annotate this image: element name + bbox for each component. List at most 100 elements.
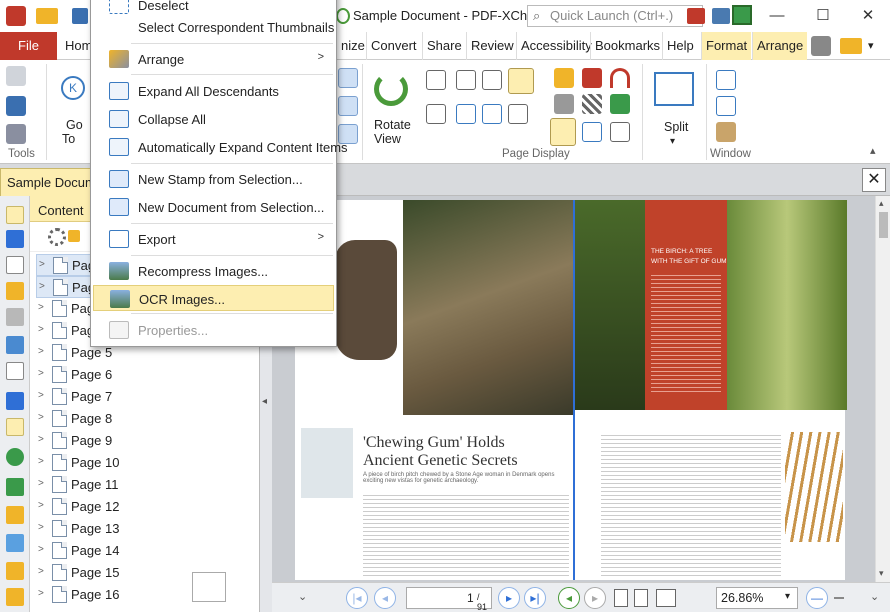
chevron-right-icon[interactable]: > [39,281,45,292]
destinations-icon[interactable] [6,362,24,380]
fields-icon[interactable] [6,588,24,606]
scroll-thumb[interactable] [879,212,888,238]
content-icon[interactable] [6,418,24,436]
chevron-right-icon[interactable]: > [38,566,44,577]
fit-width-icon[interactable] [508,104,528,124]
menu-item-expand-all-descendants[interactable]: Expand All Descendants [93,78,334,104]
order-icon[interactable] [6,562,24,580]
document-tab[interactable]: Sample Docume [0,168,92,196]
page-numbers-2-icon[interactable] [482,104,502,124]
app-icon[interactable] [6,6,26,26]
chevron-down-icon[interactable]: ▾ [868,39,874,52]
labels-icon[interactable] [6,534,24,552]
folder-icon[interactable] [36,8,58,24]
scroll-up-icon[interactable]: ▴ [879,198,884,209]
tree-item-page-14[interactable]: > Page 14 [36,540,256,562]
tab-accessibility[interactable]: Accessibility [516,32,596,60]
zoom-out-icon[interactable] [338,96,358,116]
new-window-icon[interactable] [716,70,736,90]
tree-item-page-8[interactable]: > Page 8 [36,408,256,430]
last-page-button[interactable]: ▸| [524,587,546,609]
chevron-right-icon[interactable]: > [38,324,44,335]
back-button[interactable]: ◂ [558,587,580,609]
continuous-view-icon[interactable] [634,589,648,607]
zoom-slider[interactable] [834,597,844,599]
links-icon[interactable] [6,506,24,524]
vertical-scrollbar[interactable]: ▴ ▾ [875,196,890,582]
transparency-grid-icon[interactable] [582,94,602,114]
tree-item-page-12[interactable]: > Page 12 [36,496,256,518]
first-page-button[interactable]: |◂ [346,587,368,609]
gift-icon[interactable] [687,8,705,24]
menu-item-recompress-images[interactable]: Recompress Images... [93,258,334,284]
single-page-icon[interactable] [426,70,446,90]
zoom-in-icon[interactable] [338,68,358,88]
select-text-icon[interactable] [6,96,26,116]
rotate-view-button[interactable]: Rotate View [366,64,418,150]
chevron-down-icon[interactable]: ▾ [785,591,790,602]
minimize-button[interactable]: — [762,4,792,28]
tab-arrange[interactable]: Arrange [752,32,808,60]
chevron-right-icon[interactable]: > [38,412,44,423]
tab-file[interactable]: File [0,32,57,60]
tab-share[interactable]: Share [422,32,466,60]
page-number-input[interactable]: 1 / 91 [406,587,492,612]
scroll-down-icon[interactable]: ▾ [879,568,884,579]
chevron-right-icon[interactable]: > [38,500,44,511]
tile-icon[interactable] [716,96,736,116]
palette-icon[interactable] [712,8,730,24]
chevron-right-icon[interactable]: > [38,478,44,489]
measure-icon[interactable] [610,122,630,142]
zoom-out-button[interactable]: — [806,587,828,609]
menu-item-select-correspondent-thumbnails[interactable]: Select Correspondent Thumbnails [93,14,334,40]
chevron-right-icon[interactable]: > [38,390,44,401]
signatures-icon[interactable] [6,336,24,354]
zoom-input[interactable]: 26.86% ▾ [716,587,798,609]
user-icon[interactable] [811,36,831,56]
bookmark-view-icon[interactable] [610,94,630,114]
menu-item-ocr-images[interactable]: OCR Images... [93,285,334,311]
menu-item-new-stamp-from-selection[interactable]: New Stamp from Selection... [93,166,334,192]
chevron-up-icon[interactable]: ▴ [870,144,876,157]
options-icon[interactable] [68,230,80,242]
layers-icon[interactable] [6,392,24,410]
tree-item-page-7[interactable]: > Page 7 [36,386,256,408]
chevron-right-icon[interactable]: > [38,368,44,379]
zoom-tool-icon[interactable] [6,124,26,144]
chevron-right-icon[interactable]: > [38,346,44,357]
gear-icon[interactable] [48,228,66,246]
rotate-icon[interactable] [336,8,350,24]
tab-organize[interactable]: nize [336,32,369,60]
fullscreen-icon[interactable] [732,5,752,25]
coordinates-icon[interactable] [582,122,602,142]
menu-item-export[interactable]: Export > [93,226,334,252]
tree-item-page-9[interactable]: > Page 9 [36,430,256,452]
collapse-panel-icon[interactable]: ◂ [262,396,267,407]
chevron-right-icon[interactable]: > [38,456,44,467]
thumbnails-icon[interactable] [6,256,24,274]
page-numbers-icon[interactable] [456,104,476,124]
chevron-right-icon[interactable]: > [38,522,44,533]
continuous-icon[interactable] [482,70,502,90]
menu-item-collapse-all[interactable]: Collapse All [93,106,334,132]
chevron-right-icon[interactable]: > [38,544,44,555]
page-fit-icon[interactable] [426,104,446,124]
menu-item-properties[interactable]: Properties... [93,317,334,343]
forward-button[interactable]: ▸ [584,587,606,609]
tab-bookmarks[interactable]: Bookmarks [590,32,664,60]
save-icon[interactable] [72,8,88,24]
close-document-button[interactable]: ✕ [862,168,886,192]
pin-icon[interactable] [6,206,24,224]
menu-item-new-document-from-selection[interactable]: New Document from Selection... [93,194,334,220]
tree-item-page-11[interactable]: > Page 11 [36,474,256,496]
next-page-button[interactable]: ▸ [498,587,520,609]
rulers-icon[interactable] [554,68,574,88]
folder-icon[interactable] [840,38,862,54]
options-chevron-icon[interactable]: ⌄ [298,590,307,603]
two-pages-icon[interactable] [456,70,476,90]
close-button[interactable]: ✕ [853,4,883,28]
single-page-view-icon[interactable] [614,589,628,607]
chevron-right-icon[interactable]: > [38,434,44,445]
tree-item-page-10[interactable]: > Page 10 [36,452,256,474]
previous-page-button[interactable]: ◂ [374,587,396,609]
